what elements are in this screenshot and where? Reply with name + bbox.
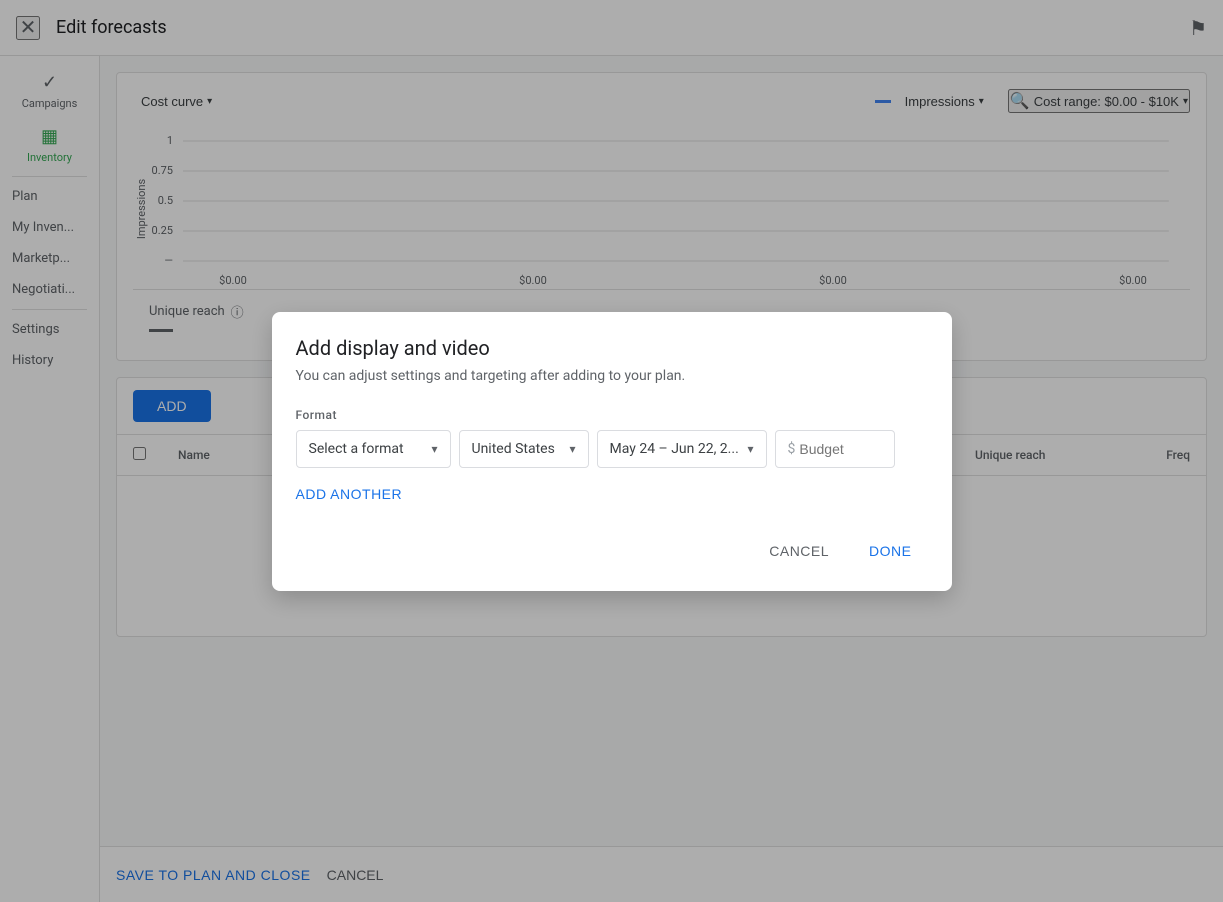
add-display-video-dialog: Add display and video You can adjust set… [272, 312, 952, 591]
format-select-value: Select a format [309, 441, 404, 457]
country-select-value: United States [472, 441, 555, 457]
budget-field: $ [775, 430, 895, 468]
country-select[interactable]: United States ▾ [459, 430, 589, 468]
format-chevron-icon: ▾ [431, 442, 437, 456]
date-range-value: May 24 – Jun 22, 2... [610, 441, 739, 457]
country-chevron-icon: ▾ [569, 442, 575, 456]
budget-currency-symbol: $ [788, 441, 796, 457]
format-label: Format [296, 408, 928, 422]
dialog-title: Add display and video [296, 336, 928, 360]
dialog-cancel-button[interactable]: CANCEL [753, 535, 845, 567]
dialog-format-row: Select a format ▾ United States ▾ May 24… [296, 430, 928, 468]
date-chevron-icon: ▾ [747, 442, 753, 456]
add-another-button[interactable]: ADD ANOTHER [296, 486, 403, 502]
dialog-subtitle: You can adjust settings and targeting af… [296, 368, 928, 384]
format-select[interactable]: Select a format ▾ [296, 430, 451, 468]
date-range-select[interactable]: May 24 – Jun 22, 2... ▾ [597, 430, 767, 468]
dialog-actions: CANCEL DONE [296, 535, 928, 567]
dialog-done-button[interactable]: DONE [853, 535, 927, 567]
modal-overlay: Add display and video You can adjust set… [0, 0, 1223, 902]
budget-input[interactable] [799, 441, 879, 457]
